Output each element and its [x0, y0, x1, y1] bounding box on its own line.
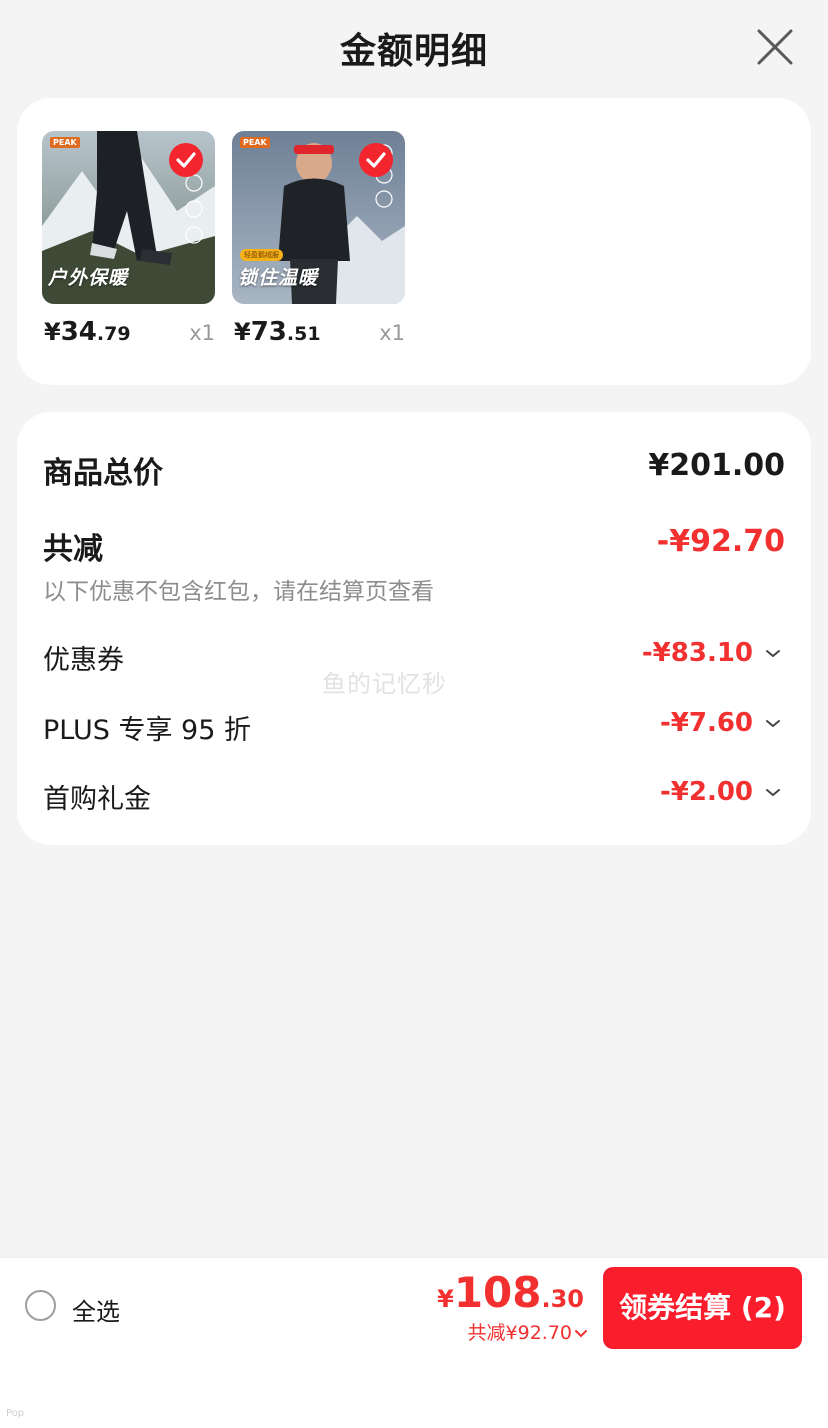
price-summary-card: 商品总价 ¥201.00 共减 -¥92.70 以下优惠不包含红包，请在结算页查…	[17, 412, 811, 845]
coupon-label: 优惠券	[43, 645, 124, 676]
chevron-down-icon	[575, 1329, 587, 1337]
product-image[interactable]: PEAK 户外保暖	[42, 131, 215, 304]
page-title: 金额明细	[339, 31, 488, 72]
total-price-label: 商品总价	[43, 456, 163, 491]
checkout-bar: 全选 ¥108.30 共减¥92.70 领券结算 (2)	[0, 1257, 828, 1359]
product-price: ¥34.79	[44, 317, 131, 347]
checkout-button[interactable]: 领券结算 (2)	[603, 1267, 802, 1349]
first-purchase-gift-value: -¥2.00	[659, 777, 753, 807]
plus-discount-row[interactable]: PLUS 专享 95 折 -¥7.60	[43, 708, 785, 746]
chevron-down-icon[interactable]	[765, 716, 781, 732]
selected-check-icon[interactable]	[169, 143, 203, 177]
bottom-safe-area	[0, 1358, 828, 1428]
reduction-label: 共减	[43, 532, 103, 567]
coupon-value: -¥83.10	[641, 638, 753, 668]
product-quantity: x1	[189, 321, 215, 345]
product-item[interactable]: PEAK 户外保暖 ¥34.79 x1	[42, 131, 215, 347]
selected-check-icon[interactable]	[359, 143, 393, 177]
select-all-label[interactable]: 全选	[72, 1292, 120, 1327]
reduction-summary[interactable]: 共减¥92.70	[468, 1318, 588, 1345]
plus-discount-value: -¥7.60	[659, 708, 753, 738]
product-quantity: x1	[379, 321, 405, 345]
header: 金额明细	[0, 0, 828, 92]
plus-discount-label: PLUS 专享 95 折	[43, 715, 251, 746]
total-price-value: ¥201.00	[648, 448, 785, 483]
total-amount: ¥108.30	[437, 1268, 584, 1317]
select-all-radio[interactable]	[25, 1290, 56, 1321]
product-image-tag: 户外保暖	[48, 267, 129, 289]
product-image-badge: 轻盈鹅绒服	[240, 249, 283, 261]
watermark: 鱼的记忆秒	[322, 670, 447, 698]
chevron-down-icon[interactable]	[765, 646, 781, 662]
first-purchase-gift-row[interactable]: 首购礼金 -¥2.00	[43, 777, 785, 815]
close-icon[interactable]	[754, 26, 796, 68]
chevron-down-icon[interactable]	[765, 785, 781, 801]
corner-mark: Pop	[6, 1408, 25, 1419]
product-image-tag: 锁住温暖	[238, 267, 319, 289]
product-item[interactable]: PEAK 轻盈鹅绒服 锁住温暖 ¥73.51 x1	[232, 131, 405, 347]
discount-note: 以下优惠不包含红包，请在结算页查看	[43, 579, 434, 605]
product-image[interactable]: PEAK 轻盈鹅绒服 锁住温暖	[232, 131, 405, 304]
product-price: ¥73.51	[234, 317, 321, 347]
brand-logo: PEAK	[240, 137, 270, 148]
brand-logo: PEAK	[50, 137, 80, 148]
product-card: PEAK 户外保暖 ¥34.79 x1 PEAK 轻盈鹅绒服 锁住温暖 ¥73.…	[17, 98, 811, 385]
reduction-value: -¥92.70	[656, 524, 785, 559]
first-purchase-gift-label: 首购礼金	[43, 784, 151, 815]
